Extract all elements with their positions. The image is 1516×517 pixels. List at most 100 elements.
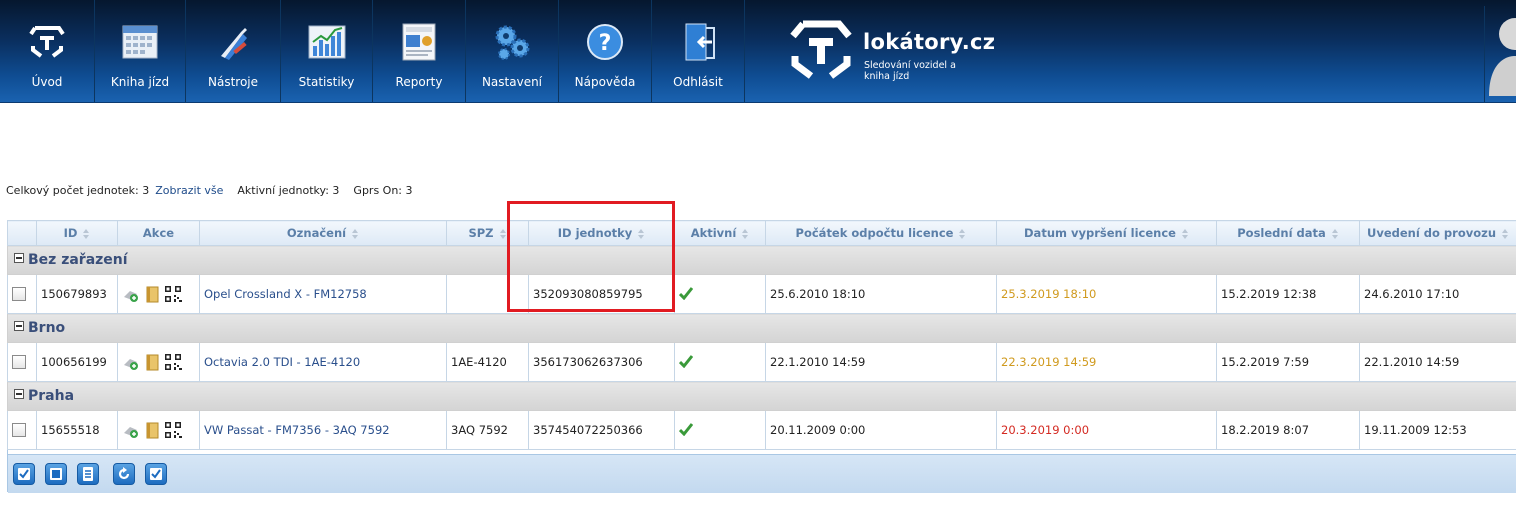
column-header-id-jednotky[interactable]: ID jednotky [528,220,675,246]
logbook-icon[interactable] [143,353,162,372]
cell-uvedeni: 22.1.2010 14:59 [1359,342,1516,382]
table-row[interactable]: 150679893 Opel Crossland X - FM12758 352… [7,274,1516,314]
column-header-oznaceni[interactable]: Označení [199,220,447,246]
sort-icon [1502,228,1509,239]
group-name: Bez zařazení [28,252,128,268]
cell-pocatek: 25.6.2010 18:10 [765,274,997,314]
cell-oznaceni[interactable]: VW Passat - FM7356 - 3AQ 7592 [199,410,447,450]
nav-statistiky[interactable]: Statistiky [281,0,373,102]
group-row[interactable]: Bez zařazení [7,245,1516,275]
table-header-row: ID Akce Označení SPZ ID jednotky Aktivní… [7,220,1516,246]
nav-label: Kniha jízd [110,75,170,89]
brand-logo[interactable]: lokátory.cz Sledování vozidel a kniha jí… [785,18,1005,84]
column-header-label: Akce [142,226,175,240]
deselect-all-button[interactable] [45,463,67,485]
checkmark-icon [679,422,693,436]
row-checkbox[interactable] [12,423,26,438]
add-vehicle-icon[interactable] [122,421,141,440]
sort-icon [1331,228,1339,239]
refresh-icon [118,467,130,480]
sort-icon [742,228,749,239]
vehicle-link[interactable]: Octavia 2.0 TDI - 1AE-4120 [204,355,360,369]
column-header-label: SPZ [468,226,494,240]
nav-label: Úvod [31,75,63,89]
qr-code-icon[interactable] [164,353,183,372]
logbook-icon[interactable] [143,285,162,304]
column-header-label: Uvedení do provozu [1366,226,1496,240]
cell-vyprseni: 25.3.2019 18:10 [996,274,1217,314]
column-header-uvedeni[interactable]: Uvedení do provozu [1359,220,1516,246]
show-all-link[interactable]: Zobrazit vše [155,184,223,197]
sort-icon [1181,228,1189,239]
nav-nastroje[interactable]: Nástroje [186,0,281,102]
group-header[interactable]: Praha [7,381,1516,411]
column-header-posledni-data[interactable]: Poslední data [1216,220,1360,246]
calendar-icon [122,25,158,59]
group-header[interactable]: Brno [7,313,1516,343]
column-header-pocatek[interactable]: Počátek odpočtu licence [765,220,997,246]
confirm-selection-button[interactable] [145,463,167,485]
column-header-label: ID [63,226,78,240]
row-select-cell [7,342,37,382]
nav-napoveda[interactable]: ? Nápověda [559,0,652,102]
column-header-aktivni[interactable]: Aktivní [674,220,766,246]
gears-icon [495,25,530,60]
table-row[interactable]: 100656199 Octavia 2.0 TDI - 1AE-4120 1AE… [7,342,1516,382]
cell-akce [117,274,200,314]
home-icon [29,26,65,58]
nav-label: Reporty [395,75,443,89]
column-header-label: Označení [286,226,347,240]
user-avatar-icon [1489,18,1516,96]
select-list-button[interactable] [77,463,99,485]
nav-uvod[interactable]: Úvod [0,0,95,102]
nav-kniha-jizd[interactable]: Kniha jízd [95,0,186,102]
active-units-count: Aktivní jednotky: 3 [237,184,340,197]
group-row[interactable]: Brno [7,313,1516,343]
add-vehicle-icon[interactable] [122,285,141,304]
cell-posledni-data: 15.2.2019 7:59 [1216,342,1360,382]
cell-uvedeni: 24.6.2010 17:10 [1359,274,1516,314]
group-header[interactable]: Bez zařazení [7,245,1516,275]
units-table: ID Akce Označení SPZ ID jednotky Aktivní… [7,220,1516,450]
row-checkbox[interactable] [12,287,26,302]
cell-id-jednotky: 357454072250366 [528,410,675,450]
vehicle-link[interactable]: Opel Crossland X - FM12758 [204,287,367,301]
collapse-icon[interactable] [14,321,24,331]
cell-oznaceni[interactable]: Opel Crossland X - FM12758 [199,274,447,314]
group-row[interactable]: Praha [7,381,1516,411]
user-avatar[interactable] [1484,6,1516,102]
select-all-button[interactable] [13,463,35,485]
collapse-icon[interactable] [14,389,24,399]
logbook-icon[interactable] [143,421,162,440]
column-header-vyprseni[interactable]: Datum vypršení licence [996,220,1217,246]
nav-odhlasit[interactable]: Odhlásit [652,0,745,102]
vehicle-link[interactable]: VW Passat - FM7356 - 3AQ 7592 [204,423,390,437]
qr-code-icon[interactable] [164,285,183,304]
nav-label: Nastavení [481,75,543,89]
nav-label: Statistiky [298,75,355,89]
table-row[interactable]: 15655518 VW Passat - FM7356 - 3AQ 7592 3… [7,410,1516,450]
cell-aktivni [674,274,766,314]
nav-label: Nápověda [574,75,636,89]
column-header-spz[interactable]: SPZ [446,220,529,246]
cell-akce [117,410,200,450]
column-header-select [7,220,37,246]
checkmark-icon [679,286,693,300]
cell-pocatek: 20.11.2009 0:00 [765,410,997,450]
nav-reporty[interactable]: Reporty [373,0,466,102]
column-header-label: Datum vypršení licence [1024,226,1176,240]
checklist-icon [83,467,93,481]
row-checkbox[interactable] [12,355,26,370]
refresh-button[interactable] [113,463,135,485]
row-select-cell [7,410,37,450]
column-header-id[interactable]: ID [36,220,118,246]
nav-nastaveni[interactable]: Nastavení [466,0,559,102]
qr-code-icon[interactable] [164,421,183,440]
cell-id-jednotky: 352093080859795 [528,274,675,314]
add-vehicle-icon[interactable] [122,353,141,372]
help-icon: ? [587,24,623,60]
collapse-icon[interactable] [14,253,24,263]
cell-oznaceni[interactable]: Octavia 2.0 TDI - 1AE-4120 [199,342,447,382]
sort-icon [499,228,507,239]
gprs-on-count: Gprs On: 3 [353,184,413,197]
